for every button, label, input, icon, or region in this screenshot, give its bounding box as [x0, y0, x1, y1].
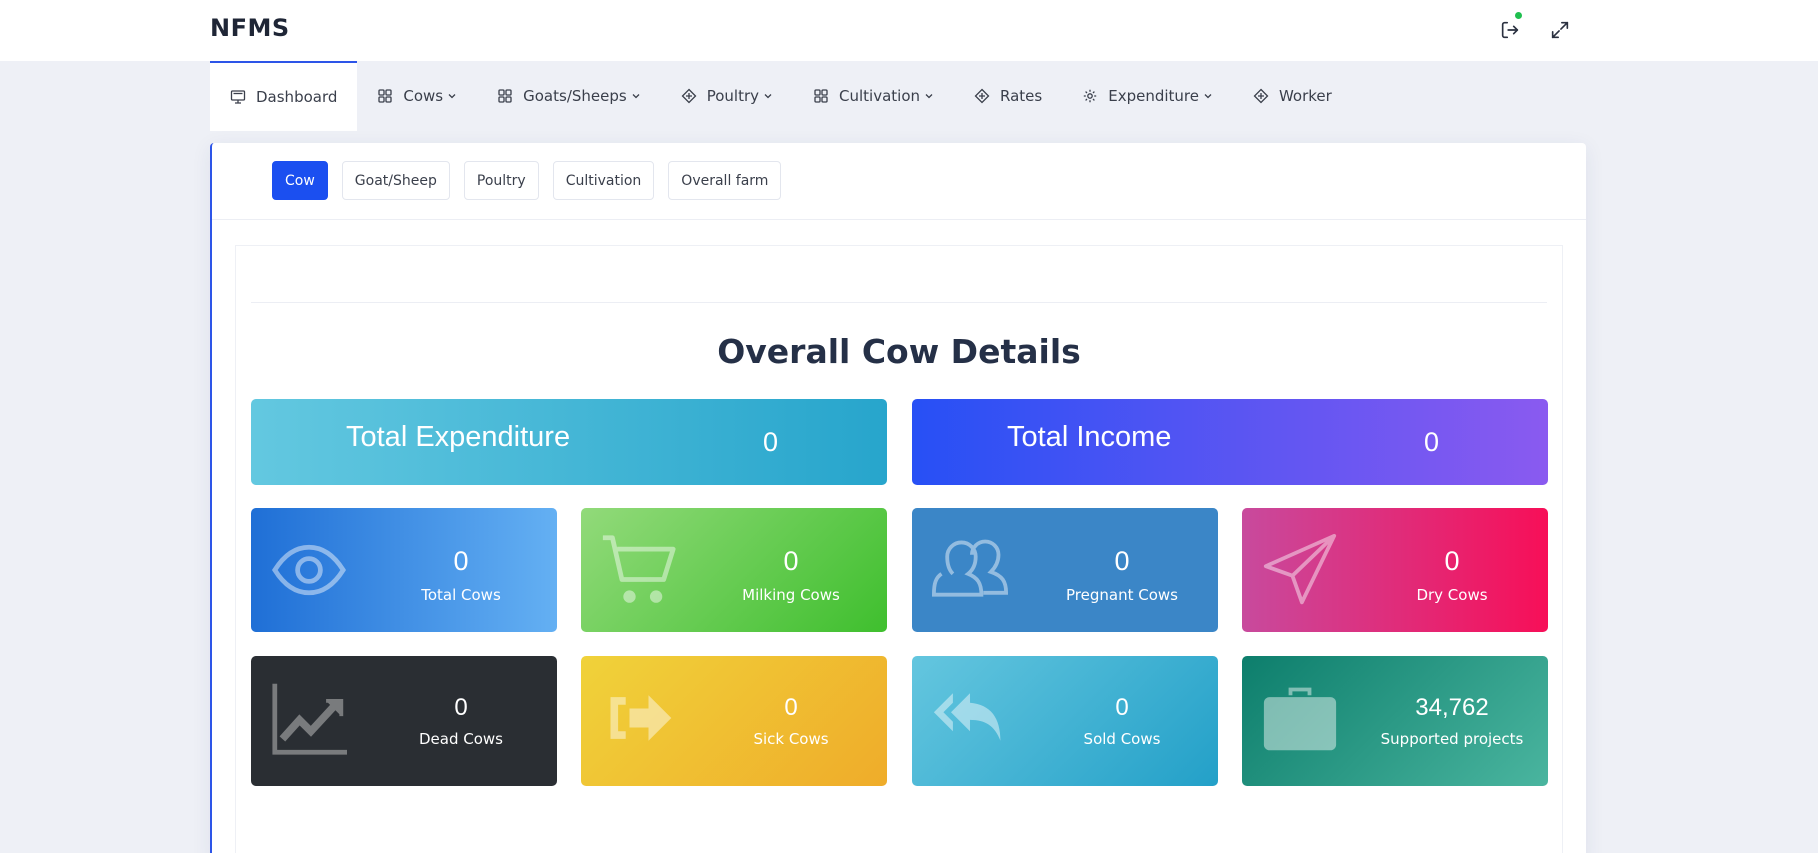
tab-cultivation[interactable]: Cultivation	[552, 161, 655, 200]
total-expenditure-label: Total Expenditure	[346, 421, 571, 453]
stat-value: 0	[783, 546, 799, 576]
stat-sold-cows[interactable]: 0 Sold Cows	[912, 656, 1218, 786]
grid-icon	[378, 89, 393, 103]
tab-cow[interactable]: Cow	[272, 161, 328, 200]
gear-icon	[1084, 89, 1097, 103]
total-expenditure-card: Total Expenditure 0	[251, 399, 887, 485]
divider	[212, 219, 1586, 220]
nav-worker[interactable]: Worker	[1233, 61, 1352, 131]
monitor-icon	[230, 90, 246, 104]
sign-out-icon	[610, 695, 672, 741]
fullscreen-button[interactable]	[1547, 17, 1573, 43]
stat-milking-cows[interactable]: 0 Milking Cows	[581, 508, 887, 632]
nav-rates[interactable]: Rates	[954, 61, 1062, 131]
page-title: Overall Cow Details	[717, 332, 1081, 371]
stat-label: Dry Cows	[1416, 586, 1488, 604]
logout-icon	[1501, 21, 1519, 39]
chevron-down-icon	[448, 94, 456, 99]
chevron-down-icon	[632, 94, 640, 99]
eye-icon	[271, 544, 347, 596]
logout-button[interactable]	[1497, 12, 1523, 43]
grid-icon	[498, 89, 512, 103]
brand-logo[interactable]: NFMS	[210, 14, 290, 42]
stat-value: 0	[454, 694, 468, 721]
tab-goat-sheep[interactable]: Goat/Sheep	[341, 161, 450, 200]
nav-label: Cultivation	[839, 87, 920, 105]
nav-poultry[interactable]: Poultry	[661, 61, 793, 131]
total-income-value: 0	[1424, 427, 1440, 457]
chevron-down-icon	[764, 94, 772, 99]
divider	[251, 302, 1547, 303]
chevron-down-icon	[1204, 94, 1212, 99]
nav-label: Worker	[1278, 87, 1332, 105]
nav-cultivation[interactable]: Cultivation	[793, 61, 954, 131]
stat-supported-projects[interactable]: 34,762 Supported projects	[1242, 656, 1548, 786]
tab-overall-farm[interactable]: Overall farm	[668, 161, 782, 200]
stat-pregnant-cows[interactable]: 0 Pregnant Cows	[912, 508, 1218, 632]
stat-label: Pregnant Cows	[1066, 586, 1178, 604]
total-expenditure-value: 0	[763, 427, 779, 457]
category-tabs: Cow Goat/Sheep Poultry Cultivation Overa…	[272, 161, 782, 200]
details-panel: Overall Cow Details Total Expenditure 0 …	[235, 245, 1563, 853]
cart-icon	[602, 535, 676, 603]
nav-label: Rates	[1000, 87, 1043, 105]
stat-value: 0	[453, 546, 469, 576]
stat-value: 0	[1115, 694, 1129, 721]
top-header: NFMS	[0, 0, 1818, 61]
stat-label: Milking Cows	[742, 586, 840, 604]
stat-value: 0	[784, 694, 798, 721]
total-income-card: Total Income 0	[912, 399, 1548, 485]
paper-plane-icon	[1263, 533, 1337, 605]
nav-cows[interactable]: Cows	[357, 61, 477, 131]
diamond-icon	[974, 88, 990, 104]
reply-all-icon	[933, 693, 1001, 741]
users-icon	[932, 539, 1008, 597]
diamond-icon	[1253, 88, 1269, 104]
nav-expenditure[interactable]: Expenditure	[1062, 61, 1233, 131]
chart-line-icon	[272, 683, 347, 755]
chevron-down-icon	[925, 94, 933, 99]
stat-sick-cows[interactable]: 0 Sick Cows	[581, 656, 887, 786]
stat-dry-cows[interactable]: 0 Dry Cows	[1242, 508, 1548, 632]
stat-label: Sick Cows	[753, 730, 829, 748]
stat-value: 0	[1444, 546, 1460, 576]
briefcase-icon	[1263, 687, 1337, 751]
nav-dashboard[interactable]: Dashboard	[210, 61, 358, 131]
total-income-label: Total Income	[1007, 421, 1172, 453]
stat-label: Supported projects	[1380, 730, 1524, 748]
diamond-icon	[681, 88, 697, 104]
stat-label: Sold Cows	[1083, 730, 1161, 748]
stat-total-cows[interactable]: 0 Total Cows	[251, 508, 557, 632]
stat-label: Total Cows	[421, 586, 501, 604]
stat-value: 34,762	[1415, 694, 1489, 721]
tab-poultry[interactable]: Poultry	[463, 161, 539, 200]
nav-label: Cows	[403, 87, 444, 105]
nav-label: Poultry	[706, 87, 759, 105]
main-nav: Dashboard Cows Goats/Sheeps Poultry Cult…	[210, 61, 1352, 131]
notification-dot	[1515, 12, 1522, 19]
stat-label: Dead Cows	[419, 730, 503, 748]
nav-goats-sheeps[interactable]: Goats/Sheeps	[477, 61, 661, 131]
nav-label: Expenditure	[1108, 87, 1199, 105]
grid-icon	[814, 89, 828, 103]
stat-dead-cows[interactable]: 0 Dead Cows	[251, 656, 557, 786]
nav-label: Goats/Sheeps	[523, 87, 627, 105]
dashboard-card: Cow Goat/Sheep Poultry Cultivation Overa…	[210, 143, 1586, 853]
expand-icon	[1551, 21, 1569, 39]
nav-label: Dashboard	[256, 88, 338, 106]
stat-value: 0	[1114, 546, 1130, 576]
